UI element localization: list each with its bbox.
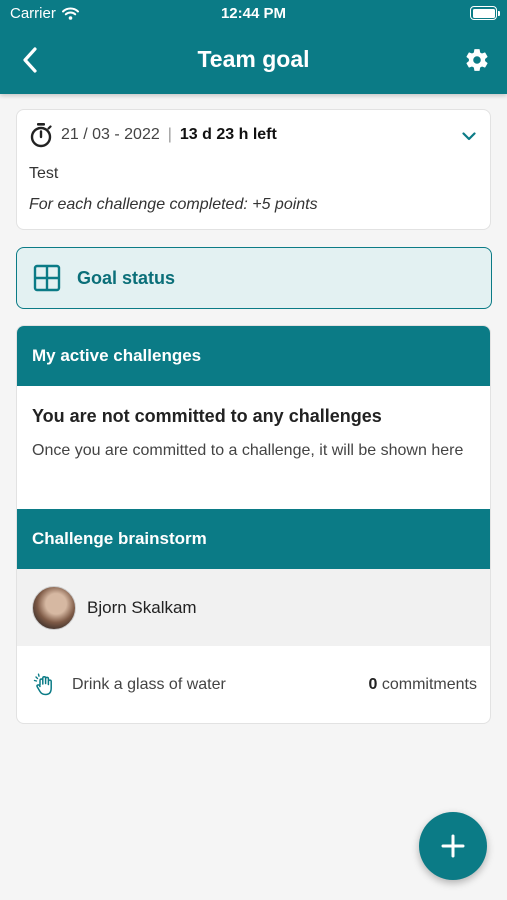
expand-toggle[interactable] [462, 128, 476, 146]
brainstorm-header: Challenge brainstorm [17, 509, 490, 569]
settings-button[interactable] [461, 44, 493, 76]
page-title: Team goal [197, 46, 310, 72]
gear-icon [466, 49, 488, 71]
goal-status-button[interactable]: Goal status [16, 247, 492, 309]
stopwatch-icon [30, 123, 52, 148]
goal-rule: For each challenge completed: +5 points [29, 196, 318, 213]
challenges-card: My active challenges You are not committ… [16, 325, 491, 724]
avatar [32, 585, 76, 630]
user-name: Bjorn Skalkam [87, 597, 197, 617]
active-challenges-header: My active challenges [17, 326, 490, 386]
goal-status-label: Goal status [77, 267, 176, 288]
plus-icon [441, 834, 465, 858]
clock: 12:44 PM [220, 5, 287, 22]
goal-timeframe: 21 / 03 - 2022 | 13 d 23 h left [29, 122, 277, 148]
add-button[interactable] [419, 812, 487, 880]
empty-state-text: Once you are committed to a challenge, i… [32, 442, 464, 459]
empty-state-title: You are not committed to any challenges [32, 406, 382, 426]
status-bar: Carrier 12:44 PM [0, 0, 507, 30]
chevron-down-icon [462, 132, 476, 141]
challenge-item[interactable]: Drink a glass of water 0 commitments [17, 646, 490, 723]
challenge-label: Drink a glass of water [72, 676, 226, 693]
waving-hand-icon [32, 671, 60, 699]
goal-description: Test [29, 165, 59, 182]
brainstorm-user-row[interactable]: Bjorn Skalkam [17, 569, 490, 646]
goal-info-card: 21 / 03 - 2022 | 13 d 23 h left Test For… [16, 109, 491, 230]
commitments-label: commitments [381, 676, 477, 693]
battery-icon [470, 6, 500, 20]
grid-icon [33, 264, 61, 292]
nav-bar: Team goal [0, 36, 507, 84]
time-left: 13 d 23 h left [179, 126, 277, 143]
header: Carrier 12:44 PM Team goal [0, 0, 507, 94]
commitments-number: 0 [368, 676, 378, 693]
date-separator: | [167, 126, 172, 143]
goal-date: 21 / 03 - 2022 [61, 126, 160, 143]
commitments-count: 0 commitments [369, 676, 477, 694]
